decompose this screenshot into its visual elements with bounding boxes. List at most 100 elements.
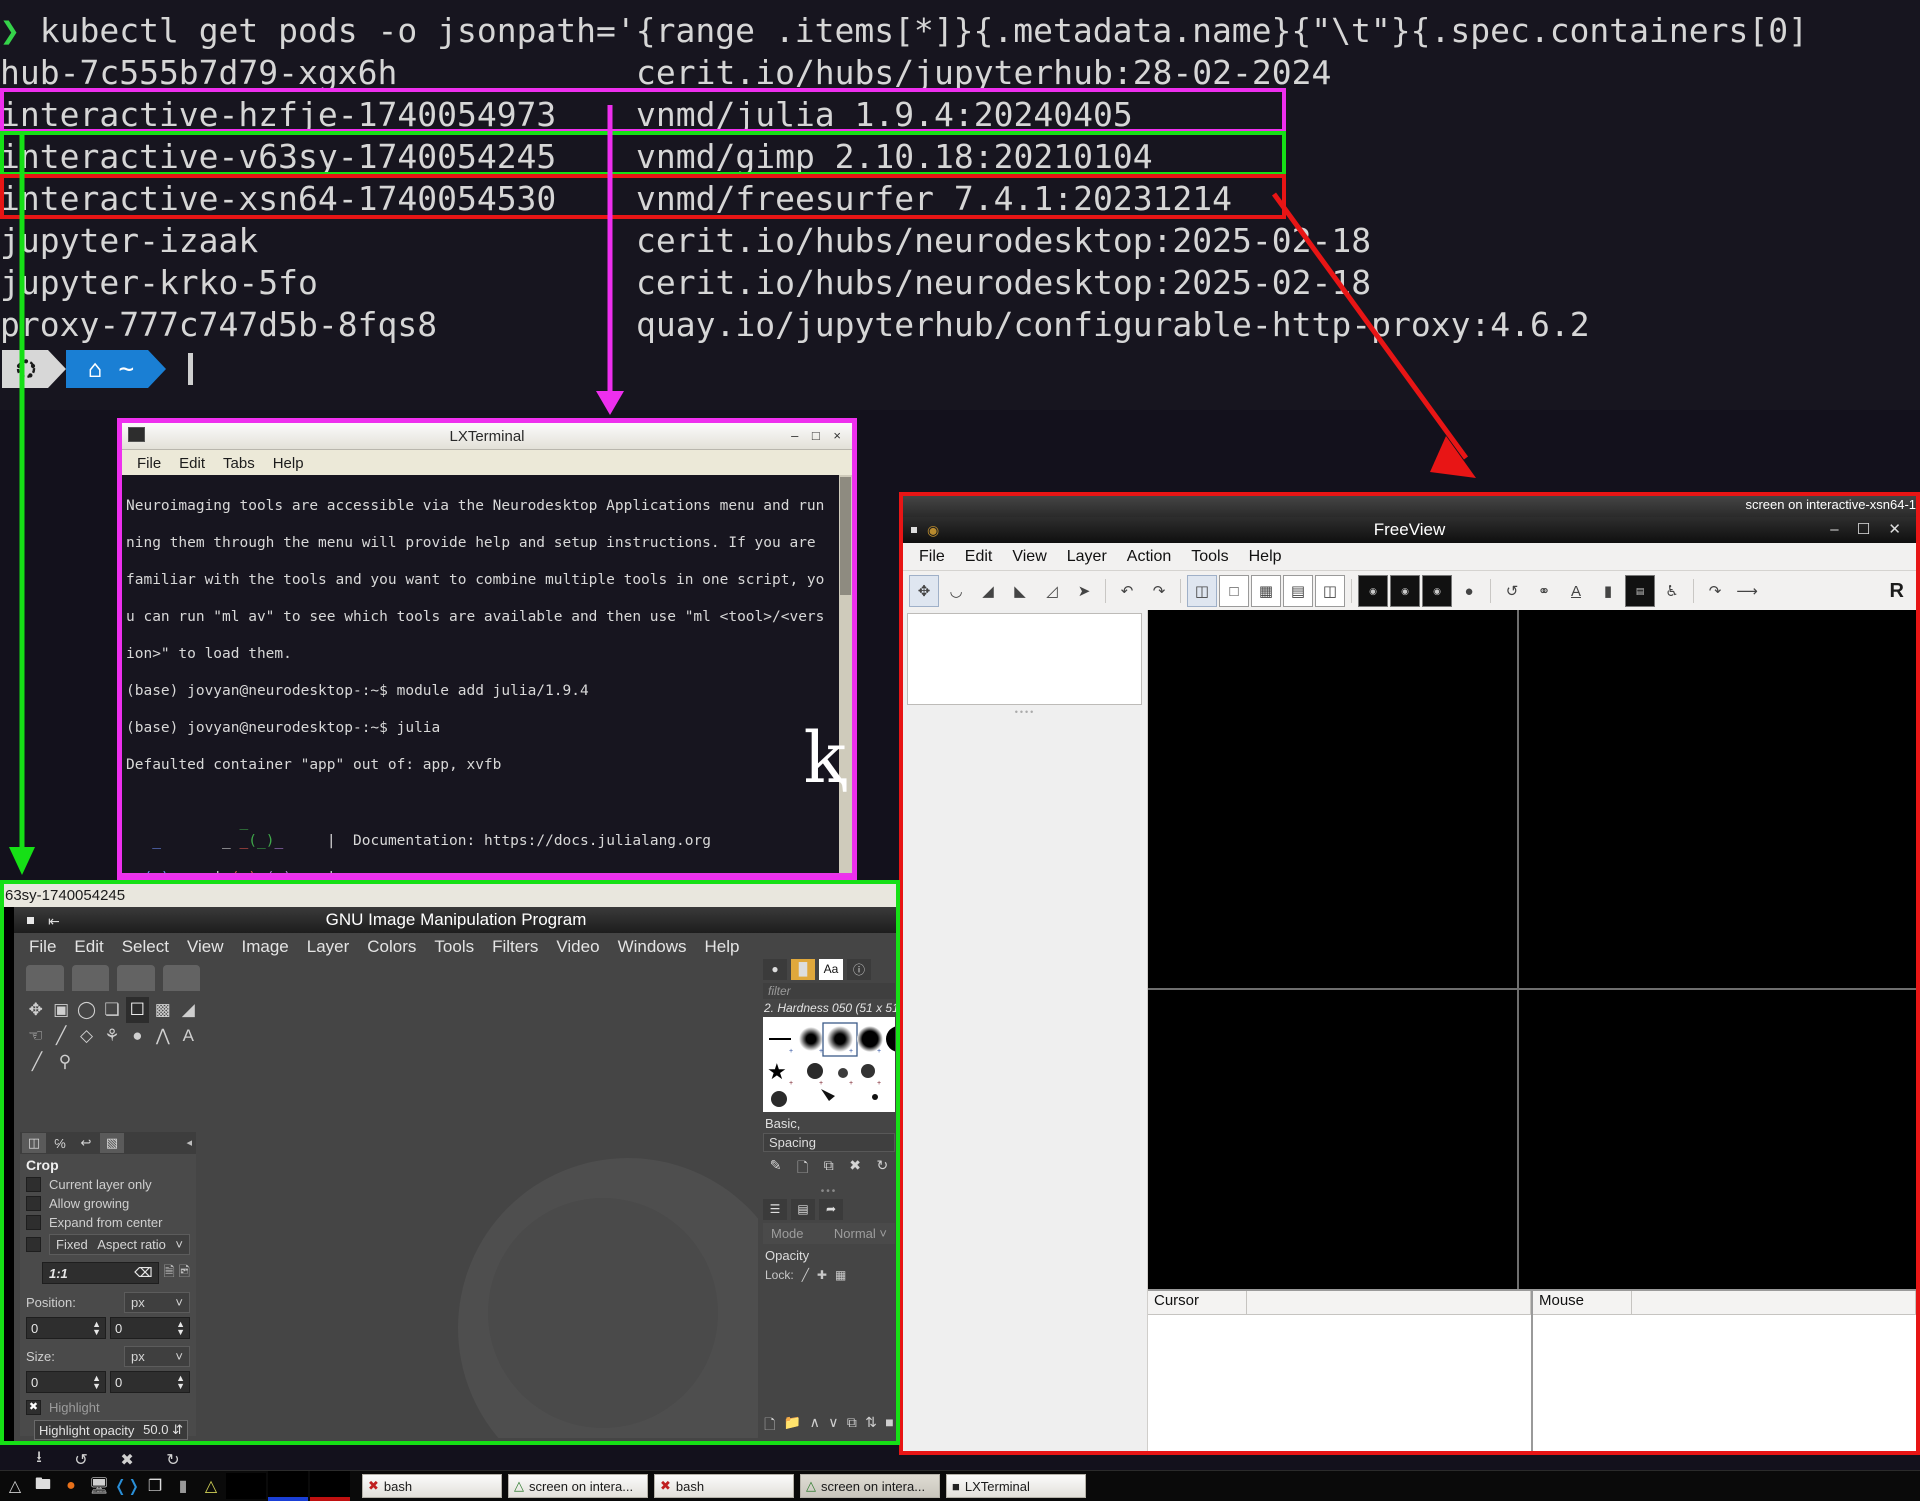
tool-options-menu-icon[interactable]: ◂ bbox=[186, 1136, 192, 1149]
gimp-tool-row-3[interactable]: ╱ ⚲ bbox=[20, 1049, 200, 1075]
taskbar-item-screen-2[interactable]: △ screen on intera... bbox=[800, 1474, 940, 1498]
redo-icon[interactable]: ↷ bbox=[1144, 575, 1174, 607]
stepper-icon[interactable]: ▲ ▼ bbox=[176, 1374, 185, 1391]
menu-windows[interactable]: Windows bbox=[609, 937, 696, 957]
layer-dock-tabs[interactable]: ☰ ▤ ➦ bbox=[760, 1197, 898, 1221]
menu-tools[interactable]: Tools bbox=[425, 937, 483, 957]
layers-tab[interactable]: ☰ bbox=[763, 1198, 787, 1220]
paths-tab[interactable]: ➦ bbox=[819, 1198, 843, 1220]
gimp-window[interactable]: ⇤ GNU Image Manipulation Program File Ed… bbox=[14, 907, 898, 1469]
show-panel-icon[interactable]: ◫ bbox=[1187, 575, 1217, 607]
windows-icon[interactable]: ❐ bbox=[142, 1473, 168, 1499]
sagittal-view-icon[interactable]: ◉ bbox=[1358, 575, 1388, 607]
file-manager-icon[interactable]: 🖿 bbox=[30, 1473, 56, 1499]
checkbox-icon[interactable] bbox=[26, 1215, 41, 1230]
move-tool-icon[interactable]: ✥ bbox=[24, 997, 47, 1023]
taskbar-item-lxterminal[interactable]: ■ LXTerminal bbox=[946, 1474, 1086, 1498]
chevron-down-icon[interactable]: ˅ bbox=[879, 1226, 887, 1241]
gimp-pin-icon[interactable]: ⇤ bbox=[48, 913, 60, 930]
lxterminal-window-buttons[interactable]: – □ × bbox=[791, 428, 846, 443]
fixed-aspect-combo[interactable]: Fixed Aspect ratio ˅ bbox=[49, 1234, 190, 1255]
menu-edit[interactable]: Edit bbox=[955, 548, 1003, 566]
display-icon[interactable]: 🖥 bbox=[86, 1473, 112, 1499]
layer-lock-row[interactable]: Lock: ╱ ✚ ▦ bbox=[760, 1265, 898, 1285]
duplicate-layer-icon[interactable]: ⧉ bbox=[847, 1414, 857, 1438]
paintbrush-icon[interactable]: ╱ bbox=[49, 1023, 72, 1049]
menu-layer[interactable]: Layer bbox=[1057, 548, 1117, 566]
menu-image[interactable]: Image bbox=[233, 937, 298, 957]
fonts-tab[interactable]: Aa bbox=[819, 958, 843, 980]
menu-tools[interactable]: Tools bbox=[1181, 548, 1238, 566]
menu-action[interactable]: Action bbox=[1117, 548, 1181, 566]
clear-icon[interactable]: ⌫ bbox=[134, 1265, 152, 1281]
document-history-tab[interactable]: ⓘ bbox=[847, 958, 871, 980]
delete-brush-icon[interactable]: ✖ bbox=[849, 1157, 861, 1181]
images-tab[interactable]: ▧ bbox=[100, 1133, 124, 1153]
crop-tool-icon[interactable]: ☐ bbox=[125, 997, 150, 1023]
view-divider-horizontal[interactable] bbox=[1148, 988, 1916, 991]
cursor-info-panel[interactable]: Cursor bbox=[1148, 1291, 1533, 1451]
size-fields[interactable]: 0 ▲ ▼ 0 ▲ ▼ bbox=[26, 1371, 190, 1393]
taskbar-item-bash-1[interactable]: ✖ bash bbox=[362, 1474, 502, 1498]
anchor-layer-icon[interactable]: ⇅ bbox=[865, 1414, 877, 1438]
show-surfaces-icon[interactable]: ⚭ bbox=[1529, 575, 1559, 607]
freeview-parent-titlebar[interactable]: screen on interactive-xsn64-1 bbox=[899, 492, 1920, 517]
lock-alpha-icon[interactable]: ▦ bbox=[835, 1268, 846, 1282]
menu-video[interactable]: Video bbox=[547, 937, 608, 957]
brushes-tab[interactable]: ● bbox=[763, 958, 787, 980]
point-set-edit-icon[interactable]: ◿ bbox=[1037, 575, 1067, 607]
chevron-down-icon[interactable]: ˅ bbox=[175, 1349, 183, 1364]
layer-mode-combo[interactable]: Mode Normal ˅ bbox=[763, 1223, 895, 1244]
path-tool-icon[interactable]: ➤ bbox=[1069, 575, 1099, 607]
gimp-canvas[interactable] bbox=[204, 965, 758, 1438]
stepper-icon[interactable]: ▲ ▼ bbox=[176, 1320, 185, 1337]
checkbox-highlight[interactable]: ✖ Highlight bbox=[20, 1398, 196, 1417]
layer-buttons-row[interactable]: 🗋 📁 ∧ ∨ ⧉ ⇅ ■ bbox=[760, 1414, 898, 1438]
checkbox-icon[interactable]: ✖ bbox=[26, 1400, 41, 1415]
gimp-tool-options-panel[interactable]: ◫ ℅ ↩ ▧ ◂ Crop Current layer only Allow … bbox=[20, 1132, 196, 1469]
size-width-field[interactable]: 0 ▲ ▼ bbox=[26, 1371, 106, 1393]
checkbox-icon[interactable] bbox=[26, 1177, 41, 1192]
menu-view[interactable]: View bbox=[178, 937, 233, 957]
checkbox-allow-growing[interactable]: Allow growing bbox=[20, 1194, 196, 1213]
text-tool-icon[interactable]: A bbox=[177, 1023, 200, 1049]
freeview-panel-grip[interactable]: •••• bbox=[1015, 707, 1036, 717]
portrait-orientation-icon[interactable]: 🗎 bbox=[163, 1261, 174, 1285]
gimp-titlebar[interactable]: ⇤ GNU Image Manipulation Program bbox=[14, 907, 898, 933]
zoom-tool-icon[interactable]: ⚲ bbox=[52, 1049, 78, 1075]
firefox-icon[interactable]: ● bbox=[58, 1473, 84, 1499]
3d-view-icon[interactable]: ● bbox=[1454, 575, 1484, 607]
fixed-aspect-row[interactable]: Fixed Aspect ratio ˅ bbox=[20, 1232, 196, 1257]
checkbox-expand-from-center[interactable]: Expand from center bbox=[20, 1213, 196, 1232]
taskbar-item-bash-2[interactable]: ✖ bash bbox=[654, 1474, 794, 1498]
aspect-ratio-row[interactable]: 1:1 ⌫ 🗎 🖻 bbox=[42, 1261, 190, 1285]
dock-separator-grip[interactable]: ••• bbox=[760, 1186, 898, 1197]
taskbar-tray[interactable]: △ 🖿 ● 🖥 ❬❭ ❐ ▮ △ bbox=[0, 1471, 350, 1501]
transform-tool-icon[interactable]: ▩ bbox=[151, 997, 174, 1023]
size-unit-combo[interactable]: px ˅ bbox=[124, 1346, 190, 1367]
stepper-icon[interactable]: ⇵ bbox=[172, 1422, 183, 1437]
checkbox-icon[interactable] bbox=[26, 1237, 41, 1252]
lxterminal-scrollbar[interactable] bbox=[839, 475, 852, 873]
gimp-toolbox[interactable]: ✥ ▣ ◯ ❏ ☐ ▩ ◢ ☜ ╱ ◇ ⚘ ● ⋀ A ╱ ⚲ ⇄ bbox=[20, 965, 200, 1179]
save-point-set-icon[interactable]: ↷ bbox=[1700, 575, 1730, 607]
new-brush-icon[interactable]: 🗋 bbox=[797, 1157, 808, 1181]
dock-tabs[interactable]: ● █ Aa ⓘ bbox=[760, 957, 898, 981]
show-color-scale-icon[interactable]: ▮ bbox=[1593, 575, 1623, 607]
checkbox-icon[interactable] bbox=[26, 1196, 41, 1211]
position-x-field[interactable]: 0 ▲ ▼ bbox=[26, 1317, 106, 1339]
clone-tool-icon[interactable]: ⚘ bbox=[100, 1023, 123, 1049]
lxterminal-titlebar[interactable]: LXTerminal – □ × bbox=[122, 423, 852, 450]
freeview-window[interactable]: ◉ FreeView – ☐ ✕ File Edit View Layer Ac… bbox=[903, 517, 1916, 1451]
position-unit-combo[interactable]: px ˅ bbox=[124, 1292, 190, 1313]
menu-view[interactable]: View bbox=[1002, 548, 1056, 566]
highlight-opacity-slider[interactable]: Highlight opacity 50.0 ⇵ bbox=[34, 1420, 188, 1440]
size-height-field[interactable]: 0 ▲ ▼ bbox=[110, 1371, 190, 1393]
new-layer-icon[interactable]: 🗋 bbox=[764, 1414, 775, 1438]
tool-options-tabs[interactable]: ◫ ℅ ↩ ▧ ◂ bbox=[20, 1132, 196, 1154]
rect-select-icon[interactable]: ▣ bbox=[49, 997, 72, 1023]
menu-icon[interactable]: △ bbox=[2, 1473, 28, 1499]
bucket-fill-icon[interactable]: ◢ bbox=[177, 997, 200, 1023]
layout-1x1-icon[interactable]: □ bbox=[1219, 575, 1249, 607]
terminal-app-icon[interactable]: ▮ bbox=[170, 1473, 196, 1499]
